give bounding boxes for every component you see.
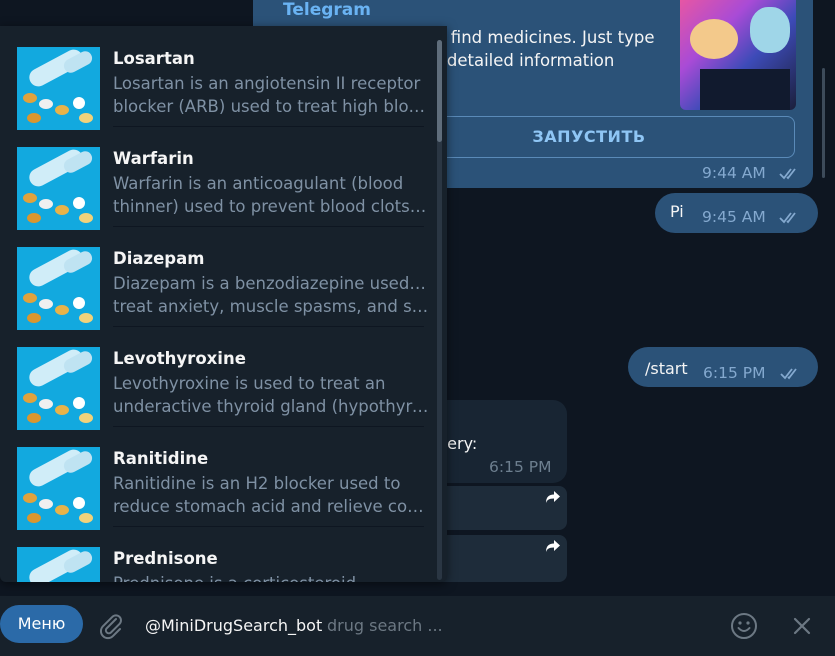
results-scrollbar-thumb[interactable] — [437, 40, 442, 142]
result-item-ranitidine[interactable]: Ranitidine Ranitidine is an H2 blocker us… — [0, 426, 430, 530]
medicine-thumbnail — [17, 547, 100, 582]
result-description-line2: thinner) used to prevent blood clots a..… — [113, 197, 429, 216]
chat-scrollbar[interactable] — [822, 68, 825, 178]
emoji-icon[interactable] — [729, 611, 759, 641]
result-description-line1: Losartan is an angiotensin II receptor — [113, 74, 421, 93]
result-description-line1: Diazepam is a benzodiazepine used to — [113, 274, 429, 293]
double-check-icon — [780, 368, 797, 380]
message-time: 6:15 PM — [703, 364, 766, 382]
bot-card-title[interactable]: Telegram — [283, 0, 371, 20]
medicine-thumbnail — [17, 447, 100, 530]
result-description-line1: Prednisone is a corticosteroid — [113, 572, 429, 582]
result-title: Warfarin — [113, 149, 194, 168]
result-description: Levothyroxine is used to treat an underac… — [113, 372, 429, 418]
search-input-query[interactable]: @MiniDrugSearch_bot — [145, 616, 322, 635]
paperclip-icon[interactable] — [96, 611, 126, 641]
result-item-prednisone[interactable]: Prednisone Prednisone is a corticosteroid — [0, 526, 430, 582]
result-item-losartan[interactable]: Losartan Losartan is an angiotensin II re… — [0, 26, 430, 130]
result-title: Levothyroxine — [113, 349, 246, 368]
result-description-line1: Warfarin is an anticoagulant (blood — [113, 174, 404, 193]
results-scrollbar[interactable] — [437, 40, 442, 580]
result-description: Ranitidine is an H2 blocker used to reduc… — [113, 472, 429, 518]
forward-icon[interactable] — [545, 539, 561, 553]
result-description-line2: blocker (ARB) used to treat high blood .… — [113, 97, 429, 116]
result-description: Losartan is an angiotensin II receptor bl… — [113, 72, 429, 118]
outgoing-message: Pi 9:45 AM — [655, 193, 818, 233]
bot-card-image[interactable] — [680, 0, 796, 110]
result-description: Diazepam is a benzodiazepine used to trea… — [113, 272, 429, 318]
result-description-line2: treat anxiety, muscle spasms, and seiz..… — [113, 297, 429, 316]
medicine-thumbnail — [17, 347, 100, 430]
close-icon[interactable] — [789, 613, 815, 639]
double-check-icon — [779, 168, 796, 180]
medicine-thumbnail — [17, 247, 100, 330]
medicine-thumbnail — [17, 47, 100, 130]
message-text: Pi — [670, 202, 684, 221]
result-title: Diazepam — [113, 249, 205, 268]
search-input-placeholder[interactable]: drug search ... — [327, 616, 443, 635]
inline-results-panel: Losartan Losartan is an angiotensin II re… — [0, 26, 447, 582]
message-time: 9:44 AM — [702, 164, 766, 182]
result-description: Warfarin is an anticoagulant (blood thinn… — [113, 172, 429, 218]
outgoing-message: /start 6:15 PM — [628, 347, 818, 387]
message-text: /start — [645, 359, 688, 378]
result-item-levothyroxine[interactable]: Levothyroxine Levothyroxine is used to tr… — [0, 326, 430, 430]
message-input-bar: Меню @MiniDrugSearch_bot drug search ... — [0, 596, 835, 656]
result-description-line2: reduce stomach acid and relieve condi... — [113, 497, 429, 516]
result-description: Prednisone is a corticosteroid — [113, 572, 429, 582]
result-title: Prednisone — [113, 549, 218, 568]
result-description-line2: underactive thyroid gland (hypothyroi... — [113, 397, 429, 416]
menu-button[interactable]: Меню — [0, 605, 83, 643]
medicine-thumbnail — [17, 147, 100, 230]
result-title: Losartan — [113, 49, 195, 68]
result-description-line1: Ranitidine is an H2 blocker used to — [113, 474, 401, 493]
result-item-warfarin[interactable]: Warfarin Warfarin is an anticoagulant (bl… — [0, 126, 430, 230]
result-title: Ranitidine — [113, 449, 209, 468]
forward-icon[interactable] — [545, 490, 561, 504]
message-time: 9:45 AM — [702, 208, 766, 226]
result-item-diazepam[interactable]: Diazepam Diazepam is a benzodiazepine use… — [0, 226, 430, 330]
message-time: 6:15 PM — [489, 458, 552, 476]
double-check-icon — [779, 212, 796, 224]
result-description-line1: Levothyroxine is used to treat an — [113, 374, 386, 393]
